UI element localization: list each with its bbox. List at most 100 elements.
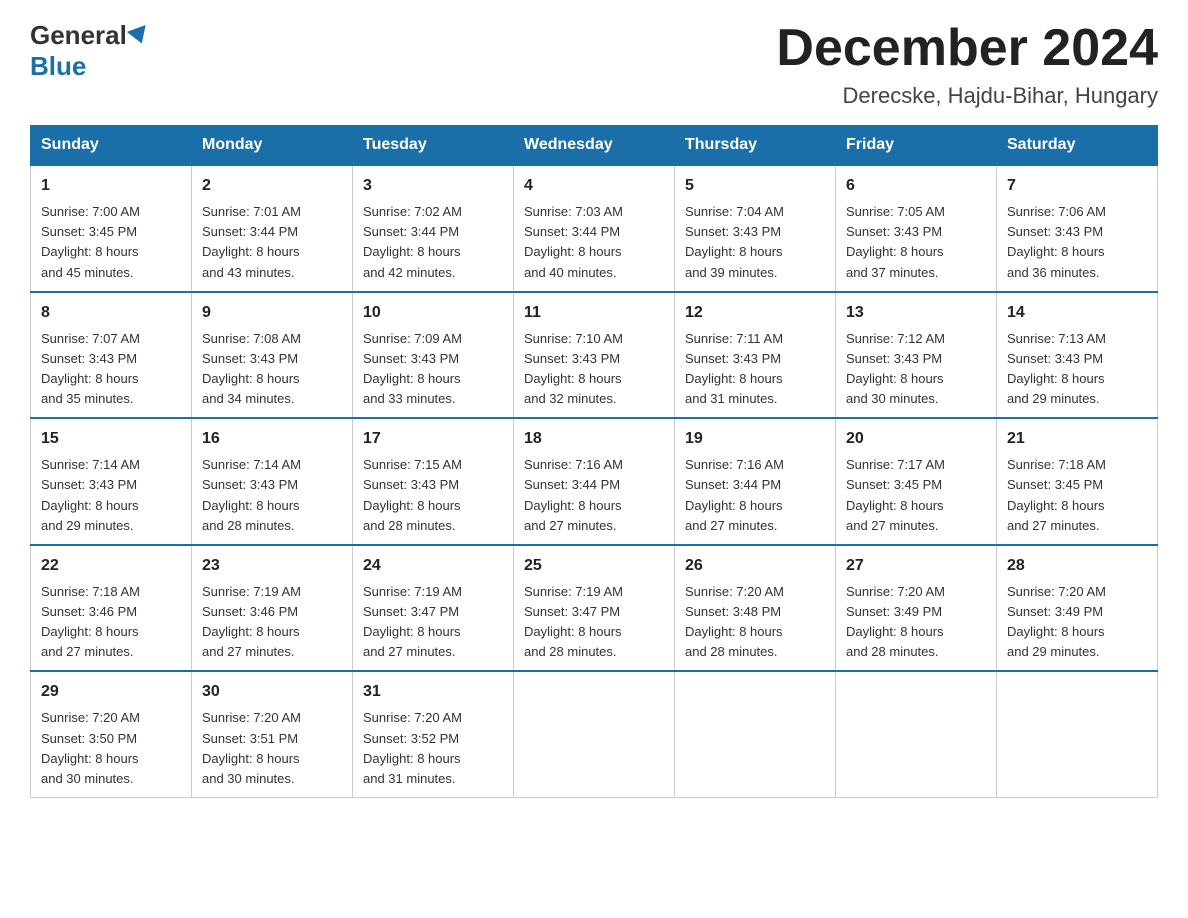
table-row: 18 Sunrise: 7:16 AMSunset: 3:44 PMDayligh… (514, 418, 675, 545)
day-number: 1 (41, 174, 181, 198)
day-info: Sunrise: 7:15 AMSunset: 3:43 PMDaylight:… (363, 455, 503, 536)
table-row: 27 Sunrise: 7:20 AMSunset: 3:49 PMDayligh… (836, 545, 997, 672)
calendar-table: Sunday Monday Tuesday Wednesday Thursday… (30, 125, 1158, 798)
table-row: 7Sunrise: 7:06 AMSunset: 3:43 PMDaylight… (997, 165, 1158, 292)
day-number: 28 (1007, 554, 1147, 578)
day-number: 30 (202, 680, 342, 704)
table-row: 26 Sunrise: 7:20 AMSunset: 3:48 PMDayligh… (675, 545, 836, 672)
table-row (675, 671, 836, 797)
day-number: 22 (41, 554, 181, 578)
day-number: 7 (1007, 174, 1147, 198)
table-row: 15 Sunrise: 7:14 AMSunset: 3:43 PMDayligh… (31, 418, 192, 545)
day-number: 12 (685, 301, 825, 325)
day-info: Sunrise: 7:02 AMSunset: 3:44 PMDaylight:… (363, 202, 503, 283)
table-row: 22 Sunrise: 7:18 AMSunset: 3:46 PMDayligh… (31, 545, 192, 672)
calendar-week-row: 8 Sunrise: 7:07 AMSunset: 3:43 PMDaylight… (31, 292, 1158, 419)
day-info: Sunrise: 7:10 AMSunset: 3:43 PMDaylight:… (524, 329, 664, 410)
table-row: 5 Sunrise: 7:04 AMSunset: 3:43 PMDaylight… (675, 165, 836, 292)
day-number: 6 (846, 174, 986, 198)
day-info: Sunrise: 7:12 AMSunset: 3:43 PMDaylight:… (846, 329, 986, 410)
day-number: 29 (41, 680, 181, 704)
day-number: 10 (363, 301, 503, 325)
day-number: 19 (685, 427, 825, 451)
table-row: 1 Sunrise: 7:00 AMSunset: 3:45 PMDaylight… (31, 165, 192, 292)
table-row: 9Sunrise: 7:08 AMSunset: 3:43 PMDaylight… (192, 292, 353, 419)
table-row: 6 Sunrise: 7:05 AMSunset: 3:43 PMDaylight… (836, 165, 997, 292)
day-number: 31 (363, 680, 503, 704)
day-number: 23 (202, 554, 342, 578)
day-info: Sunrise: 7:13 AMSunset: 3:43 PMDaylight:… (1007, 329, 1147, 410)
table-row: 25 Sunrise: 7:19 AMSunset: 3:47 PMDayligh… (514, 545, 675, 672)
table-row: 13 Sunrise: 7:12 AMSunset: 3:43 PMDayligh… (836, 292, 997, 419)
day-number: 5 (685, 174, 825, 198)
day-number: 18 (524, 427, 664, 451)
day-number: 2 (202, 174, 342, 198)
day-info: Sunrise: 7:14 AMSunset: 3:43 PMDaylight:… (202, 455, 342, 536)
day-info: Sunrise: 7:20 AMSunset: 3:48 PMDaylight:… (685, 582, 825, 663)
logo: General Blue (30, 20, 151, 82)
header-thursday: Thursday (675, 126, 836, 166)
day-info: Sunrise: 7:03 AMSunset: 3:44 PMDaylight:… (524, 202, 664, 283)
table-row: 19 Sunrise: 7:16 AMSunset: 3:44 PMDayligh… (675, 418, 836, 545)
day-number: 16 (202, 427, 342, 451)
day-info: Sunrise: 7:05 AMSunset: 3:43 PMDaylight:… (846, 202, 986, 283)
day-number: 8 (41, 301, 181, 325)
day-info: Sunrise: 7:18 AMSunset: 3:45 PMDaylight:… (1007, 455, 1147, 536)
day-info: Sunrise: 7:20 AMSunset: 3:50 PMDaylight:… (41, 708, 181, 789)
day-info: Sunrise: 7:18 AMSunset: 3:46 PMDaylight:… (41, 582, 181, 663)
table-row: 3 Sunrise: 7:02 AMSunset: 3:44 PMDaylight… (353, 165, 514, 292)
day-info: Sunrise: 7:19 AMSunset: 3:47 PMDaylight:… (524, 582, 664, 663)
table-row: 4 Sunrise: 7:03 AMSunset: 3:44 PMDaylight… (514, 165, 675, 292)
header-monday: Monday (192, 126, 353, 166)
day-info: Sunrise: 7:20 AMSunset: 3:51 PMDaylight:… (202, 708, 342, 789)
day-info: Sunrise: 7:04 AMSunset: 3:43 PMDaylight:… (685, 202, 825, 283)
day-info: Sunrise: 7:11 AMSunset: 3:43 PMDaylight:… (685, 329, 825, 410)
header-friday: Friday (836, 126, 997, 166)
table-row: 10 Sunrise: 7:09 AMSunset: 3:43 PMDayligh… (353, 292, 514, 419)
table-row: 29 Sunrise: 7:20 AMSunset: 3:50 PMDayligh… (31, 671, 192, 797)
day-number: 3 (363, 174, 503, 198)
day-info: Sunrise: 7:16 AMSunset: 3:44 PMDaylight:… (524, 455, 664, 536)
day-number: 17 (363, 427, 503, 451)
table-row: 30 Sunrise: 7:20 AMSunset: 3:51 PMDayligh… (192, 671, 353, 797)
table-row (514, 671, 675, 797)
header-sunday: Sunday (31, 126, 192, 166)
day-number: 25 (524, 554, 664, 578)
logo-arrow-icon (127, 25, 151, 47)
header-wednesday: Wednesday (514, 126, 675, 166)
table-row: 23Sunrise: 7:19 AMSunset: 3:46 PMDayligh… (192, 545, 353, 672)
day-info: Sunrise: 7:00 AMSunset: 3:45 PMDaylight:… (41, 202, 181, 283)
table-row: 31 Sunrise: 7:20 AMSunset: 3:52 PMDayligh… (353, 671, 514, 797)
table-row: 17 Sunrise: 7:15 AMSunset: 3:43 PMDayligh… (353, 418, 514, 545)
table-row (836, 671, 997, 797)
logo-blue-text: Blue (30, 51, 86, 81)
table-row: 20Sunrise: 7:17 AMSunset: 3:45 PMDayligh… (836, 418, 997, 545)
calendar-week-row: 22 Sunrise: 7:18 AMSunset: 3:46 PMDayligh… (31, 545, 1158, 672)
month-title: December 2024 (776, 20, 1158, 77)
day-number: 26 (685, 554, 825, 578)
header: General Blue December 2024 Derecske, Haj… (30, 20, 1158, 109)
table-row: 28 Sunrise: 7:20 AMSunset: 3:49 PMDayligh… (997, 545, 1158, 672)
table-row: 21Sunrise: 7:18 AMSunset: 3:45 PMDayligh… (997, 418, 1158, 545)
day-info: Sunrise: 7:09 AMSunset: 3:43 PMDaylight:… (363, 329, 503, 410)
day-number: 9 (202, 301, 342, 325)
day-info: Sunrise: 7:14 AMSunset: 3:43 PMDaylight:… (41, 455, 181, 536)
day-info: Sunrise: 7:16 AMSunset: 3:44 PMDaylight:… (685, 455, 825, 536)
day-number: 15 (41, 427, 181, 451)
table-row (997, 671, 1158, 797)
day-info: Sunrise: 7:20 AMSunset: 3:49 PMDaylight:… (846, 582, 986, 663)
day-number: 14 (1007, 301, 1147, 325)
header-tuesday: Tuesday (353, 126, 514, 166)
table-row: 24Sunrise: 7:19 AMSunset: 3:47 PMDayligh… (353, 545, 514, 672)
logo-general-text: General (30, 20, 127, 51)
day-number: 27 (846, 554, 986, 578)
calendar-header-row: Sunday Monday Tuesday Wednesday Thursday… (31, 126, 1158, 166)
day-number: 11 (524, 301, 664, 325)
day-info: Sunrise: 7:20 AMSunset: 3:49 PMDaylight:… (1007, 582, 1147, 663)
day-info: Sunrise: 7:07 AMSunset: 3:43 PMDaylight:… (41, 329, 181, 410)
day-info: Sunrise: 7:20 AMSunset: 3:52 PMDaylight:… (363, 708, 503, 789)
day-number: 4 (524, 174, 664, 198)
calendar-week-row: 29 Sunrise: 7:20 AMSunset: 3:50 PMDayligh… (31, 671, 1158, 797)
day-number: 13 (846, 301, 986, 325)
table-row: 2Sunrise: 7:01 AMSunset: 3:44 PMDaylight… (192, 165, 353, 292)
